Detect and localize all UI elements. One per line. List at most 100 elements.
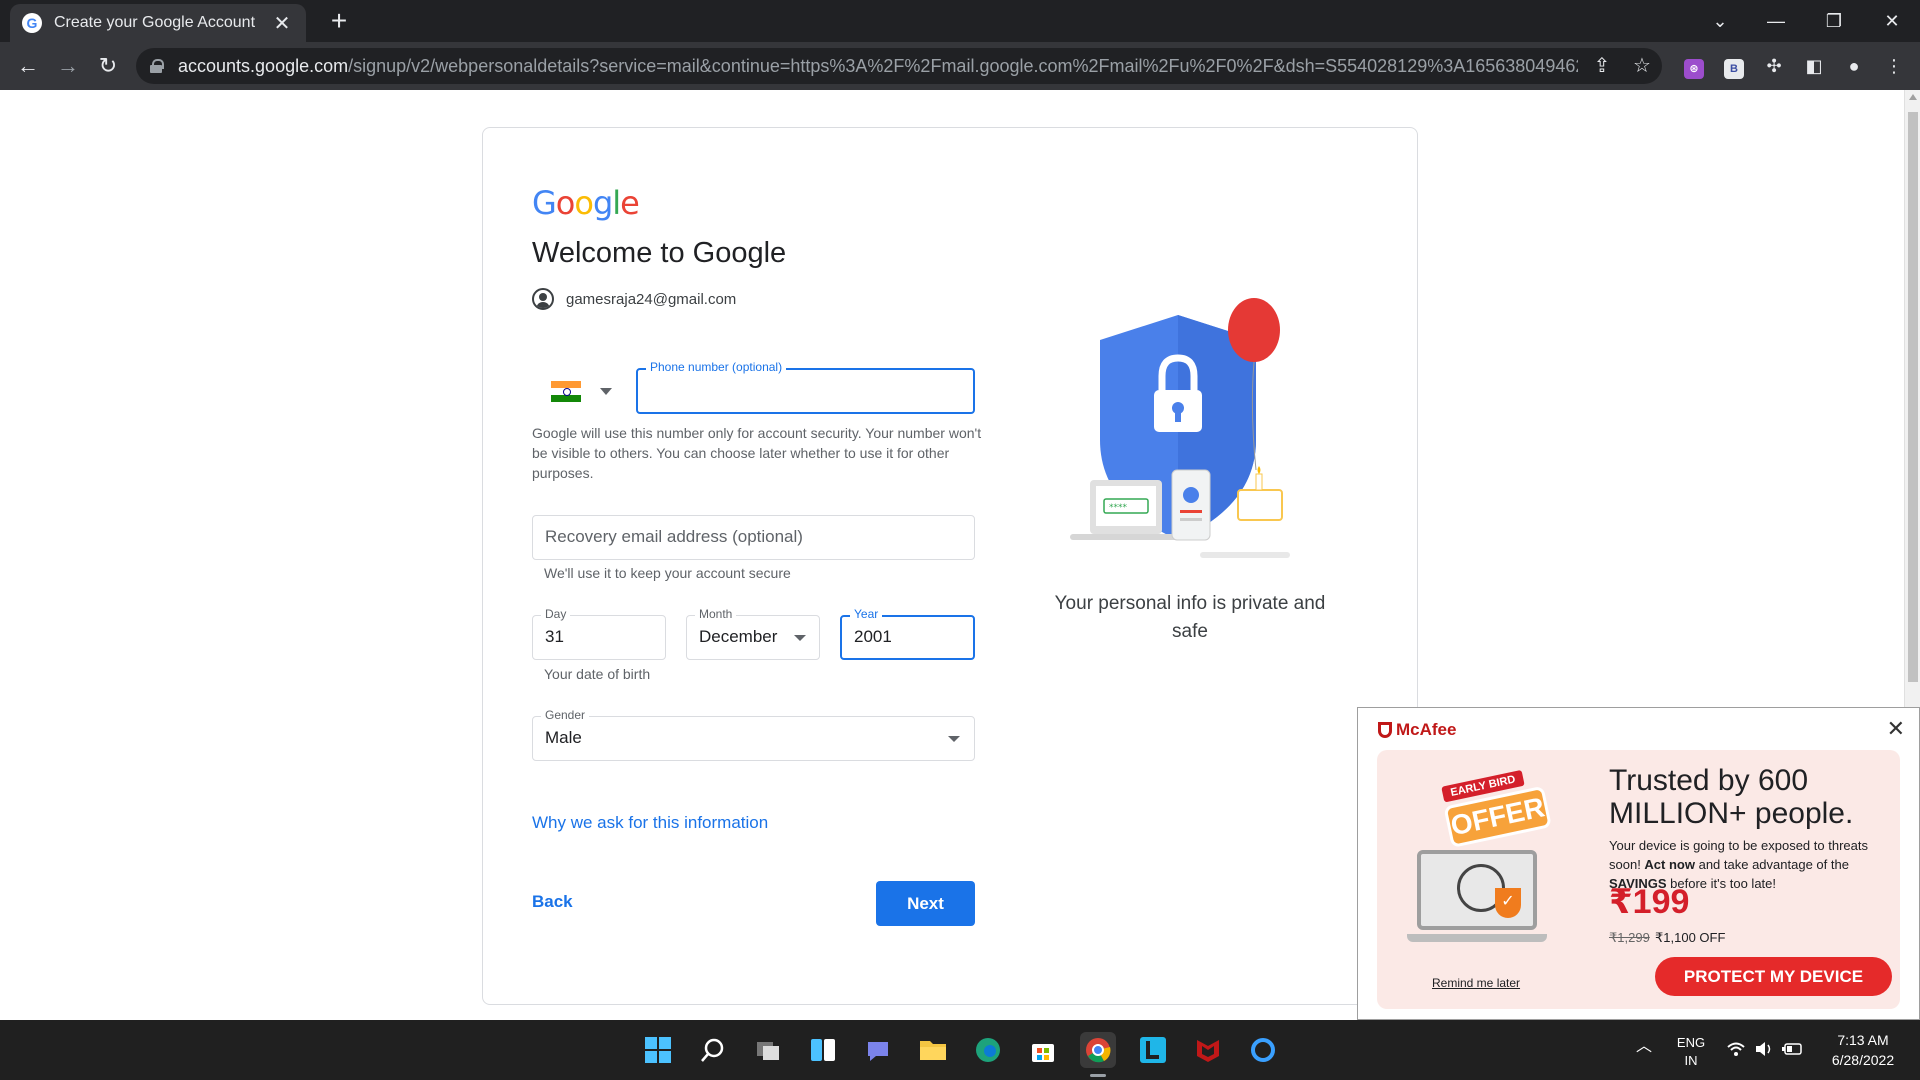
recovery-email-placeholder: Recovery email address (optional) [545,527,803,546]
chrome-active-indicator [1090,1074,1106,1077]
phone-number-field[interactable]: Phone number (optional) [636,360,975,414]
gender-select[interactable]: Gender Male [532,708,975,761]
phone-hint: Google will use this number only for acc… [532,425,982,481]
windows-taskbar: ︿ ENG IN 7:13 AM 6/28/2022 [0,1020,1920,1080]
scrollbar-thumb[interactable] [1908,112,1918,682]
language-indicator[interactable]: ENG IN [1674,1034,1708,1070]
dob-hint: Your date of birth [544,666,651,682]
new-tab-button[interactable]: + [324,6,354,36]
tab-title: Create your Google Account [54,14,256,31]
balloon-shape [1228,298,1280,362]
task-view-icon[interactable] [750,1032,786,1068]
google-favicon-icon: G [22,13,42,33]
profile-icon[interactable]: ● [1840,52,1868,80]
candle-shape [1255,473,1263,491]
protect-device-button[interactable]: PROTECT MY DEVICE [1655,957,1892,996]
month-select[interactable]: Month December [686,607,820,660]
gender-dropdown-caret-icon[interactable] [948,736,960,742]
bookmark-star-icon[interactable]: ☆ [1630,54,1654,78]
language-code: ENG [1676,1035,1706,1050]
scroll-up-arrow-icon[interactable] [1909,94,1917,100]
page-title: Welcome to Google [532,237,787,269]
share-icon[interactable]: ⇪ [1590,54,1614,78]
edge-browser-icon[interactable] [970,1032,1006,1068]
phone-number-label: Phone number (optional) [646,360,787,374]
laptop-base [1407,934,1547,942]
cake-shape [1237,489,1283,521]
show-hidden-icons-icon[interactable]: ︿ [1636,1038,1652,1056]
year-field[interactable]: Year 2001 [840,607,975,660]
privacy-shield-illustration: **** [1070,298,1290,558]
search-icon[interactable] [695,1032,731,1068]
popup-close-icon[interactable]: ✕ [1887,716,1905,742]
mcafee-taskbar-icon[interactable] [1190,1032,1226,1068]
clock[interactable]: 7:13 AM 6/28/2022 [1820,1030,1906,1070]
lock-icon[interactable] [150,59,164,73]
mcafee-shield-icon [1378,722,1392,738]
laptop-base [1070,534,1180,540]
tab-search-icon[interactable]: ⌄ [1692,0,1748,42]
offer-headline: Trusted by 600 MILLION+ people. [1609,764,1854,830]
reload-icon[interactable]: ↻ [94,52,122,80]
country-dropdown-caret-icon[interactable] [600,388,612,395]
battery-icon[interactable] [1782,1040,1804,1063]
microsoft-store-icon[interactable] [1025,1032,1061,1068]
account-circle-icon [532,288,554,310]
url-text[interactable]: accounts.google.com/signup/v2/webpersona… [178,56,1578,77]
year-value[interactable]: 2001 [854,627,892,647]
extension-purple-icon[interactable]: ⊛ [1680,52,1708,80]
file-explorer-icon[interactable] [915,1032,951,1068]
extension-b-icon[interactable]: B [1720,52,1748,80]
launcher-l-icon[interactable] [1135,1032,1171,1068]
clock-date: 6/28/2022 [1831,1052,1895,1068]
restore-button[interactable]: ❐ [1806,0,1862,42]
month-label: Month [695,607,737,621]
month-value[interactable]: December [699,627,777,647]
browser-tab[interactable]: G Create your Google Account ✕ [10,4,306,42]
phone-line-2 [1180,518,1202,521]
tab-close-icon[interactable]: ✕ [270,11,294,36]
privacy-caption: Your personal info is private and safe [1054,593,1326,642]
side-panel-icon[interactable]: ◧ [1800,52,1828,80]
next-button[interactable]: Next [876,881,975,926]
teams-chat-icon[interactable] [860,1032,896,1068]
volume-icon[interactable] [1754,1040,1774,1063]
day-field[interactable]: Day 31 [532,607,666,660]
widgets-icon[interactable] [805,1032,841,1068]
day-value[interactable]: 31 [545,627,564,647]
month-dropdown-caret-icon[interactable] [794,635,806,641]
close-window-button[interactable]: ✕ [1864,0,1920,42]
device-base [1200,552,1290,558]
wifi-icon[interactable] [1726,1040,1746,1063]
minimize-button[interactable]: — [1748,0,1804,42]
extensions-puzzle-icon[interactable]: ✣ [1760,52,1788,80]
back-button[interactable]: Back [532,892,573,912]
chrome-browser-icon[interactable] [1080,1032,1116,1068]
mcafee-popup: McAfee ✕ EARLY BIRD OFFER ✓ Remind me la… [1357,707,1920,1020]
gender-label: Gender [541,708,590,722]
checkmark-shield-icon: ✓ [1495,888,1521,918]
original-price: ₹1,299 [1609,930,1650,945]
early-bird-badge: EARLY BIRD OFFER [1431,762,1561,855]
discount-amount: ₹1,100 OFF [1655,930,1726,945]
india-flag-icon[interactable] [551,381,581,402]
cortana-icon[interactable] [1245,1032,1281,1068]
account-chip: gamesraja24@gmail.com [532,288,736,310]
offer-price: ₹199 [1609,883,1690,921]
recovery-email-field[interactable]: Recovery email address (optional) [532,515,975,560]
start-windows-icon[interactable] [640,1032,676,1068]
browser-toolbar: ← → ↻ accounts.google.com/signup/v2/webp… [0,42,1920,90]
forward-icon[interactable]: → [54,52,82,80]
gender-value[interactable]: Male [545,728,582,748]
phone-shape [1171,469,1211,541]
day-label: Day [541,607,571,621]
candle-flame [1257,466,1261,474]
browser-tab-bar: G Create your Google Account ✕ + ⌄ — ❐ ✕ [0,0,1920,42]
why-we-ask-link[interactable]: Why we ask for this information [532,813,768,833]
google-logo: Google [532,184,640,222]
address-bar[interactable]: accounts.google.com/signup/v2/webpersona… [136,48,1662,84]
back-icon[interactable]: ← [14,52,42,80]
password-stars: **** [1109,503,1128,513]
menu-kebab-icon[interactable]: ⋮ [1880,52,1908,80]
remind-me-later-link[interactable]: Remind me later [1432,976,1520,990]
